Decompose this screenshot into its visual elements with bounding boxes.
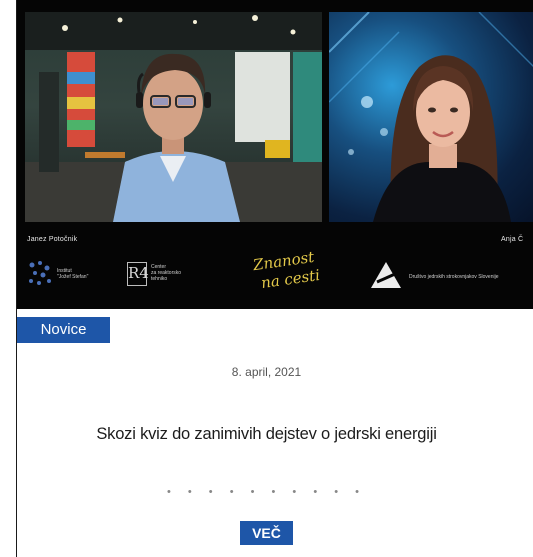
r4-logo-mark: R4	[127, 262, 149, 286]
news-title[interactable]: Skozi kviz do zanimivih dejstev o jedrsk…	[0, 425, 533, 444]
participant-right-image	[329, 12, 533, 222]
more-button[interactable]: VEČ	[240, 521, 293, 545]
video-tile-left	[25, 12, 322, 222]
news-date: 8. april, 2021	[231, 365, 302, 379]
society-logo-text: Društvo jedrskih strokovnjakov Slovenije	[409, 274, 499, 280]
institute-logo-text: Institut "Jožef Stefan"	[57, 268, 89, 280]
participant-left-image	[25, 12, 322, 222]
institute-logo-icon	[29, 261, 51, 285]
society-logo-icon	[371, 262, 401, 288]
participant-left-name: Janez Potočnik	[27, 236, 78, 243]
partner-logos: Institut "Jožef Stefan" R4 Center za rea…	[17, 246, 533, 304]
r4-logo-text: Center za reaktorsko tehniko	[151, 264, 182, 282]
carousel-pagination-dots[interactable]: • • • • • • • • • •	[0, 486, 533, 498]
video-banner: Janez Potočnik Anja Č Institut "Jožef St…	[17, 0, 533, 309]
page-frame: Janez Potočnik Anja Č Institut "Jožef St…	[16, 0, 533, 557]
section-tab-novice[interactable]: Novice	[17, 317, 110, 343]
participant-right-name: Anja Č	[501, 236, 524, 243]
video-tile-right	[329, 12, 533, 222]
